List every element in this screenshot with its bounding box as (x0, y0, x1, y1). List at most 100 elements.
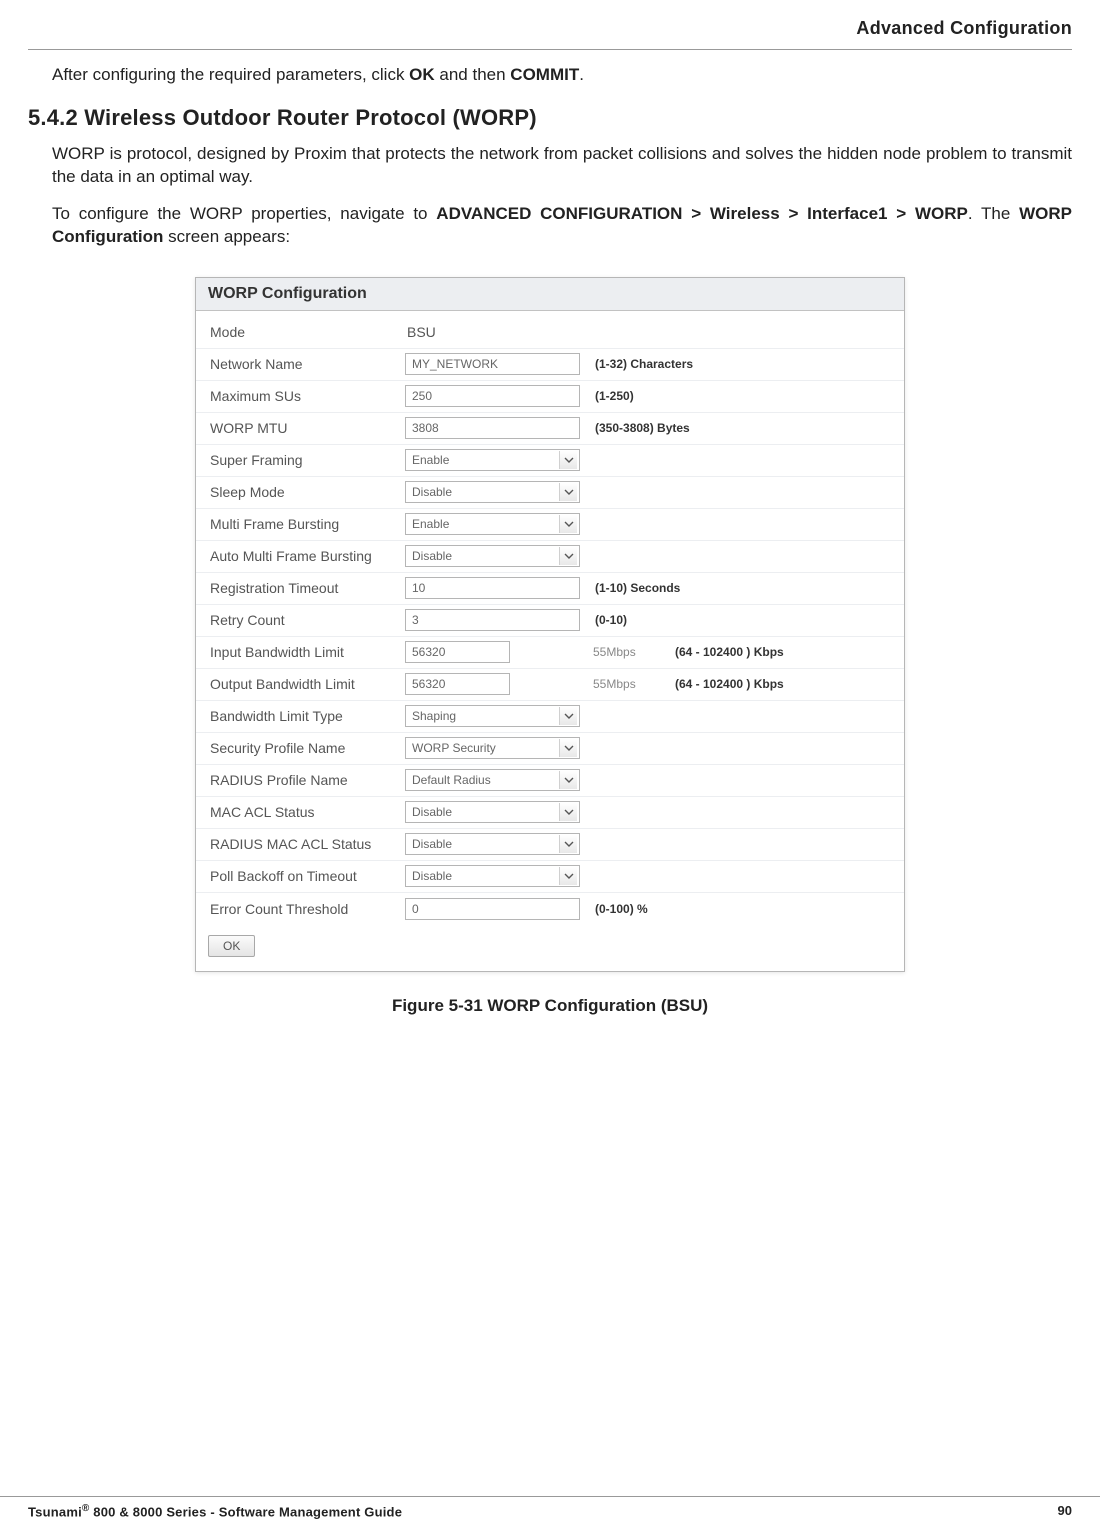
chevron-down-icon (559, 867, 577, 885)
select-sec-profile-value: WORP Security (412, 741, 496, 755)
nav-path-bold: ADVANCED CONFIGURATION > Wireless > Inte… (436, 204, 968, 223)
footer-brand: Tsunami (28, 1504, 82, 1519)
extra-out-bw: 55Mbps (585, 677, 665, 691)
chevron-down-icon (559, 515, 577, 533)
hint-max-sus: (1-250) (585, 389, 890, 403)
chevron-down-icon (559, 547, 577, 565)
select-radius-profile-value: Default Radius (412, 773, 491, 787)
select-mfb[interactable]: Enable (405, 513, 580, 535)
select-mac-acl-value: Disable (412, 805, 452, 819)
intro-ok-bold: OK (409, 65, 435, 84)
label-bw-type: Bandwidth Limit Type (210, 704, 405, 728)
input-network-name[interactable] (405, 353, 580, 375)
input-retry-count[interactable] (405, 609, 580, 631)
intro-commit-bold: COMMIT (510, 65, 579, 84)
chevron-down-icon (559, 707, 577, 725)
nav-text-e: screen appears: (163, 227, 290, 246)
hint-err-thresh: (0-100) % (585, 902, 890, 916)
row-out-bw: Output Bandwidth Limit 55Mbps (64 - 1024… (196, 669, 904, 701)
page-footer: Tsunami® 800 & 8000 Series - Software Ma… (0, 1496, 1100, 1531)
footer-guide: 800 & 8000 Series - Software Management … (89, 1504, 402, 1519)
hint-retry-count: (0-10) (585, 613, 890, 627)
row-in-bw: Input Bandwidth Limit 55Mbps (64 - 10240… (196, 637, 904, 669)
row-bw-type: Bandwidth Limit Type Shaping (196, 701, 904, 733)
label-radius-profile: RADIUS Profile Name (210, 768, 405, 792)
buttons-row: OK (196, 925, 904, 957)
intro-text-a: After configuring the required parameter… (52, 65, 409, 84)
label-sleep-mode: Sleep Mode (210, 480, 405, 504)
figure-container: WORP Configuration Mode BSU Network Name… (28, 277, 1072, 972)
input-max-sus[interactable] (405, 385, 580, 407)
label-err-thresh: Error Count Threshold (210, 897, 405, 921)
label-out-bw: Output Bandwidth Limit (210, 672, 405, 696)
select-mfb-value: Enable (412, 517, 449, 531)
input-in-bw[interactable] (405, 641, 510, 663)
row-retry-count: Retry Count (0-10) (196, 605, 904, 637)
row-super-framing: Super Framing Enable (196, 445, 904, 477)
hint-in-bw: (64 - 102400 ) Kbps (665, 645, 890, 659)
hint-worp-mtu: (350-3808) Bytes (585, 421, 890, 435)
label-reg-timeout: Registration Timeout (210, 576, 405, 600)
row-mac-acl: MAC ACL Status Disable (196, 797, 904, 829)
select-sleep-mode-value: Disable (412, 485, 452, 499)
label-amfb: Auto Multi Frame Bursting (210, 544, 405, 568)
panel-title: WORP Configuration (196, 278, 904, 311)
row-mode: Mode BSU (196, 317, 904, 349)
row-radius-mac-acl: RADIUS MAC ACL Status Disable (196, 829, 904, 861)
label-super-framing: Super Framing (210, 448, 405, 472)
header-divider (28, 49, 1072, 50)
intro-paragraph: After configuring the required parameter… (28, 64, 1072, 87)
chevron-down-icon (559, 451, 577, 469)
label-network-name: Network Name (210, 352, 405, 376)
select-poll-backoff[interactable]: Disable (405, 865, 580, 887)
row-sec-profile: Security Profile Name WORP Security (196, 733, 904, 765)
hint-network-name: (1-32) Characters (585, 357, 890, 371)
select-sec-profile[interactable]: WORP Security (405, 737, 580, 759)
select-mac-acl[interactable]: Disable (405, 801, 580, 823)
select-radius-mac-acl-value: Disable (412, 837, 452, 851)
nav-text-a: To configure the WORP properties, naviga… (52, 204, 436, 223)
hint-out-bw: (64 - 102400 ) Kbps (665, 677, 890, 691)
row-mfb: Multi Frame Bursting Enable (196, 509, 904, 541)
select-super-framing-value: Enable (412, 453, 449, 467)
input-worp-mtu[interactable] (405, 417, 580, 439)
page-header-title: Advanced Configuration (28, 18, 1072, 49)
select-radius-profile[interactable]: Default Radius (405, 769, 580, 791)
chevron-down-icon (559, 803, 577, 821)
row-radius-profile: RADIUS Profile Name Default Radius (196, 765, 904, 797)
input-reg-timeout[interactable] (405, 577, 580, 599)
worp-description: WORP is protocol, designed by Proxim tha… (28, 143, 1072, 189)
nav-text-c: . The (968, 204, 1019, 223)
footer-page-number: 90 (1058, 1503, 1072, 1519)
select-bw-type-value: Shaping (412, 709, 456, 723)
hint-reg-timeout: (1-10) Seconds (585, 581, 890, 595)
input-out-bw[interactable] (405, 673, 510, 695)
row-reg-timeout: Registration Timeout (1-10) Seconds (196, 573, 904, 605)
section-heading-5-4-2: 5.4.2 Wireless Outdoor Router Protocol (… (28, 105, 1072, 131)
registered-icon: ® (82, 1503, 90, 1514)
label-mode: Mode (210, 320, 405, 344)
chevron-down-icon (559, 739, 577, 757)
select-bw-type[interactable]: Shaping (405, 705, 580, 727)
input-err-thresh[interactable] (405, 898, 580, 920)
label-max-sus: Maximum SUs (210, 384, 405, 408)
chevron-down-icon (559, 483, 577, 501)
select-sleep-mode[interactable]: Disable (405, 481, 580, 503)
row-poll-backoff: Poll Backoff on Timeout Disable (196, 861, 904, 893)
chevron-down-icon (559, 835, 577, 853)
label-sec-profile: Security Profile Name (210, 736, 405, 760)
intro-text-e: . (579, 65, 584, 84)
label-mac-acl: MAC ACL Status (210, 800, 405, 824)
ok-button[interactable]: OK (208, 935, 255, 957)
intro-text-c: and then (435, 65, 511, 84)
label-worp-mtu: WORP MTU (210, 416, 405, 440)
select-super-framing[interactable]: Enable (405, 449, 580, 471)
label-radius-mac-acl: RADIUS MAC ACL Status (210, 832, 405, 856)
label-poll-backoff: Poll Backoff on Timeout (210, 864, 405, 888)
extra-in-bw: 55Mbps (585, 645, 665, 659)
figure-caption: Figure 5-31 WORP Configuration (BSU) (28, 996, 1072, 1016)
label-mfb: Multi Frame Bursting (210, 512, 405, 536)
select-amfb[interactable]: Disable (405, 545, 580, 567)
select-radius-mac-acl[interactable]: Disable (405, 833, 580, 855)
select-poll-backoff-value: Disable (412, 869, 452, 883)
